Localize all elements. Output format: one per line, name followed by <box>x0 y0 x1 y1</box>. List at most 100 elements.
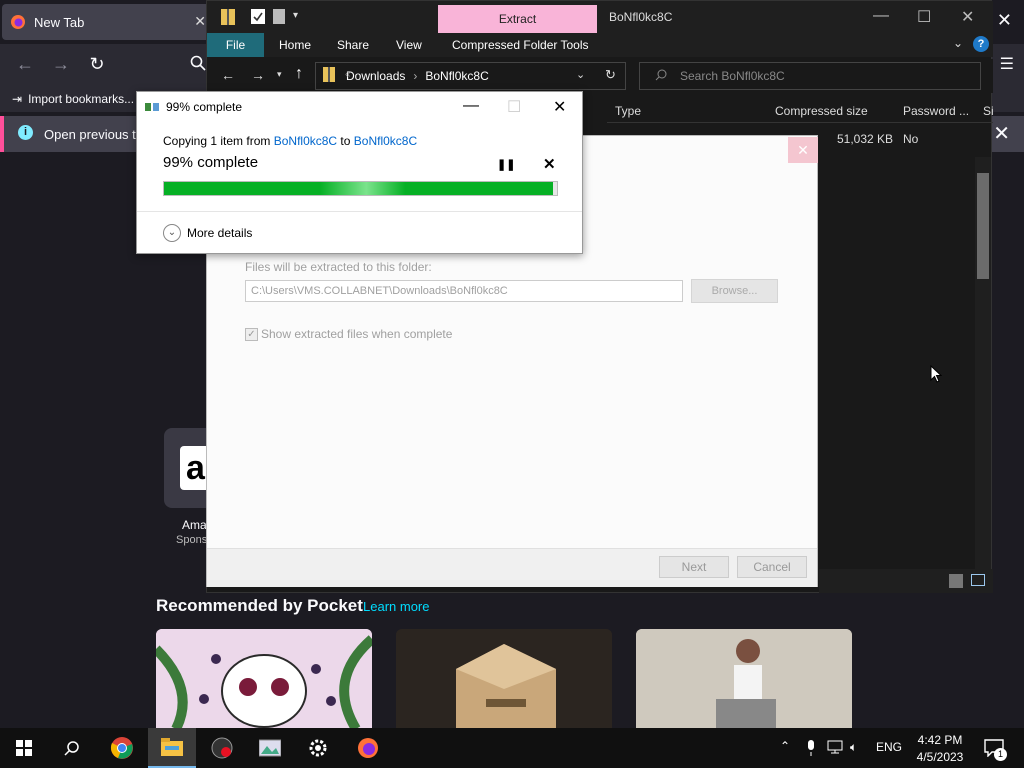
show-files-checkbox[interactable]: ✓ <box>245 328 258 341</box>
cell-password: No <box>903 132 919 146</box>
volume-icon[interactable]: 🔈︎ <box>850 740 857 755</box>
minimize-icon[interactable]: — <box>873 7 889 25</box>
search-button[interactable] <box>48 728 96 768</box>
next-button[interactable]: Next <box>659 556 729 578</box>
qat-dropdown-icon[interactable]: ▾ <box>293 10 298 21</box>
refresh-icon[interactable]: ↻ <box>605 67 616 83</box>
help-icon[interactable]: ? <box>973 36 989 52</box>
start-button[interactable] <box>0 728 48 768</box>
tab-compressed-folder-tools[interactable]: Compressed Folder Tools <box>452 38 589 52</box>
taskbar-chrome[interactable] <box>98 728 146 768</box>
microphone-icon[interactable] <box>806 740 816 756</box>
skull-illustration-image <box>156 629 372 729</box>
properties-icon[interactable] <box>251 9 265 24</box>
info-close-icon[interactable]: ✕ <box>993 121 1010 146</box>
close-icon[interactable]: ✕ <box>961 7 974 27</box>
tab-view[interactable]: View <box>396 38 422 52</box>
chevron-down-icon[interactable]: ⌄ <box>163 224 181 242</box>
search-icon <box>655 69 667 81</box>
windows-logo-icon <box>16 740 32 756</box>
show-files-label: Show extracted files when complete <box>261 327 453 341</box>
learn-more-link[interactable]: Learn more <box>363 599 429 614</box>
destination-label: Files will be extracted to this folder: <box>245 260 432 274</box>
column-type[interactable]: Type <box>615 104 641 118</box>
ribbon-expand-icon[interactable]: ⌄ <box>953 36 963 50</box>
search-input[interactable]: Search BoNfl0kc8C <box>639 62 981 90</box>
taskbar-recorder[interactable] <box>198 728 246 768</box>
search-icon[interactable] <box>190 55 206 71</box>
woman-sitting-image <box>636 629 852 729</box>
clock-date[interactable]: 4/5/2023 <box>910 750 970 764</box>
browse-button[interactable]: Browse... <box>691 279 778 303</box>
image-viewer-icon <box>259 739 281 757</box>
stop-icon[interactable]: ✕ <box>543 155 556 173</box>
menu-icon[interactable]: ☰ <box>1000 54 1014 74</box>
pocket-heading: Recommended by Pocket <box>156 596 363 615</box>
import-icon: ⇥ <box>12 92 23 106</box>
large-icons-view-icon[interactable] <box>971 574 985 586</box>
scrollbar-thumb[interactable] <box>977 173 989 279</box>
breadcrumb-folder[interactable]: BoNfl0kc8C <box>425 69 488 83</box>
ribbon-bar <box>207 33 993 57</box>
taskbar-image-app[interactable] <box>246 728 294 768</box>
taskbar-settings[interactable] <box>294 728 342 768</box>
address-dropdown-icon[interactable]: ⌄ <box>576 68 585 81</box>
recent-dropdown-icon[interactable]: ▾ <box>277 69 282 80</box>
firefox-icon <box>358 738 378 758</box>
tab-title: New Tab <box>34 14 85 30</box>
network-icon[interactable] <box>826 740 844 754</box>
breadcrumb-overflow-icon[interactable]: « <box>345 69 351 80</box>
clock-time[interactable]: 4:42 PM <box>914 733 966 747</box>
zip-folder-icon <box>323 67 335 82</box>
pocket-card[interactable] <box>396 629 612 729</box>
reload-icon[interactable]: ↻ <box>86 54 108 76</box>
column-password[interactable]: Password ... <box>903 104 969 118</box>
search-icon <box>64 741 79 756</box>
maximize-icon[interactable]: ☐ <box>917 7 931 27</box>
up-arrow-icon[interactable]: ↑ <box>295 65 303 83</box>
show-hidden-icons-icon[interactable]: ⌃ <box>780 739 790 753</box>
column-compressed-size[interactable]: Compressed size <box>775 104 868 118</box>
more-details-button[interactable]: More details <box>187 226 252 240</box>
percent-complete: 99% complete <box>163 154 259 171</box>
source-folder-link[interactable]: BoNfl0kc8C <box>274 134 337 148</box>
taskbar-file-explorer[interactable] <box>148 728 196 768</box>
copy-files-icon <box>145 101 159 113</box>
close-icon[interactable]: ✕ <box>553 97 566 117</box>
tab-close-icon[interactable]: ✕ <box>194 13 206 30</box>
mouse-cursor-icon <box>930 365 942 383</box>
maximize-icon: ☐ <box>507 99 522 116</box>
forward-icon[interactable]: → <box>251 67 265 83</box>
pocket-card[interactable] <box>636 629 852 729</box>
copy-description: Copying 1 item from BoNfl0kc8C to BoNfl0… <box>163 134 417 148</box>
pause-icon[interactable]: ❚❚ <box>497 158 515 171</box>
language-indicator[interactable]: ENG <box>876 740 902 754</box>
tab-share[interactable]: Share <box>337 38 369 52</box>
tab-home[interactable]: Home <box>279 38 311 52</box>
tab-new-tab[interactable]: New Tab ✕ <box>2 4 210 40</box>
pocket-card[interactable] <box>156 629 372 729</box>
details-view-icon[interactable] <box>949 574 963 588</box>
tab-file[interactable]: File <box>207 33 264 57</box>
minimize-icon[interactable]: — <box>463 97 479 115</box>
wizard-close-icon[interactable]: ✕ <box>788 137 818 163</box>
breadcrumb-downloads[interactable]: Downloads <box>346 69 405 83</box>
back-arrow-icon[interactable]: ← <box>14 54 36 76</box>
new-folder-icon[interactable] <box>273 9 285 24</box>
back-icon[interactable]: ← <box>221 67 235 83</box>
column-size[interactable]: Si <box>983 104 994 118</box>
progress-bar <box>163 181 558 196</box>
import-bookmarks-link[interactable]: Import bookmarks... <box>28 92 134 106</box>
destination-path-field[interactable]: C:\Users\VMS.COLLABNET\Downloads\BoNfl0k… <box>245 280 683 302</box>
copy-to-word: to <box>340 134 351 148</box>
amazon-prime-box-image <box>396 629 612 729</box>
forward-arrow-icon[interactable]: → <box>50 54 72 76</box>
gear-icon <box>309 739 327 757</box>
cancel-button[interactable]: Cancel <box>737 556 807 578</box>
info-bar-text: Open previous ta <box>44 127 144 142</box>
extract-context-tab[interactable]: Extract <box>438 5 597 33</box>
browser-close-icon[interactable]: ✕ <box>997 10 1012 31</box>
taskbar-firefox[interactable] <box>344 728 392 768</box>
explorer-title: BoNfl0kc8C <box>609 10 673 24</box>
destination-folder-link[interactable]: BoNfl0kc8C <box>354 134 417 148</box>
